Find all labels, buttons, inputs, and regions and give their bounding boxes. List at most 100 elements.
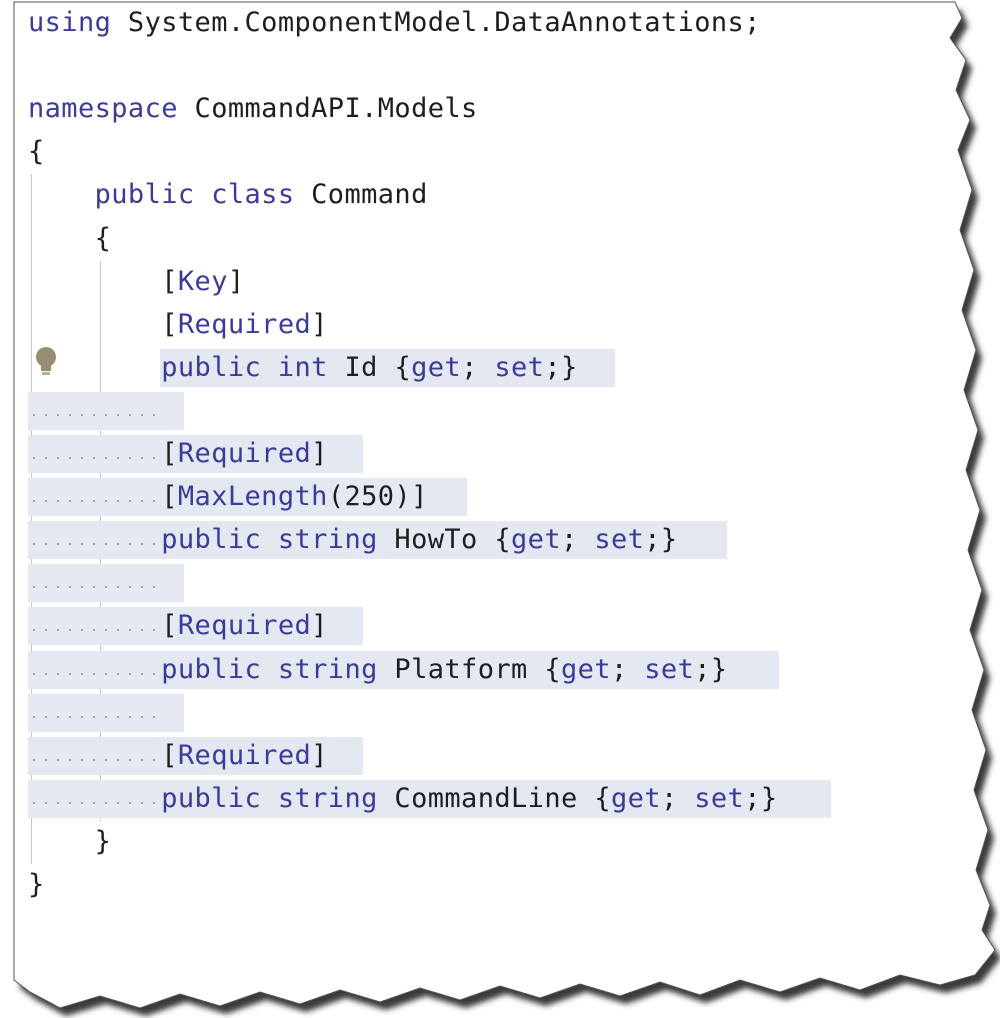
code-text: [MaxLength(250)] bbox=[28, 480, 428, 514]
code-line[interactable]: [Key] bbox=[0, 261, 960, 304]
code-text: { bbox=[28, 222, 111, 256]
code-token: MaxLength bbox=[177, 481, 328, 513]
code-line[interactable]: [Required] bbox=[0, 433, 960, 476]
code-token: get bbox=[610, 782, 661, 814]
code-token: string bbox=[277, 653, 378, 685]
code-token: [ bbox=[161, 610, 178, 642]
code-token: { bbox=[394, 351, 412, 383]
code-text: public string CommandLine {get; set;} bbox=[28, 782, 778, 816]
code-token: { bbox=[544, 653, 561, 685]
code-token: ;} bbox=[744, 782, 778, 814]
code-token: namespace bbox=[28, 93, 178, 125]
code-text: public int Id {get; set;} bbox=[28, 351, 578, 385]
code-line[interactable] bbox=[0, 390, 960, 433]
code-line[interactable]: public string HowTo {get; set;} bbox=[0, 519, 960, 562]
selection-highlight bbox=[28, 391, 185, 430]
code-token: Required bbox=[177, 438, 312, 469]
code-token: ; bbox=[461, 351, 495, 383]
code-token: [ bbox=[161, 739, 178, 771]
code-line[interactable]: [MaxLength(250)] bbox=[0, 476, 960, 519]
code-line[interactable]: using System.ComponentModel.DataAnnotati… bbox=[0, 2, 960, 45]
code-token: { bbox=[28, 222, 112, 254]
code-token: ;} bbox=[544, 351, 578, 383]
code-token: string bbox=[277, 524, 378, 556]
code-token: ] bbox=[227, 265, 245, 297]
code-line[interactable]: [Required] bbox=[0, 735, 960, 778]
code-token: { bbox=[28, 136, 45, 168]
code-token: ] bbox=[311, 438, 328, 469]
code-line[interactable]: [Required] bbox=[0, 605, 960, 648]
code-line[interactable]: public class Command bbox=[0, 174, 960, 217]
whitespace-dots bbox=[28, 586, 163, 589]
code-editor[interactable]: using System.ComponentModel.DataAnnotati… bbox=[0, 0, 1000, 1018]
whitespace-dots bbox=[28, 715, 163, 718]
code-token: ] bbox=[311, 739, 328, 771]
code-token: public bbox=[161, 351, 262, 383]
code-line[interactable]: public string Platform {get; set;} bbox=[0, 649, 960, 692]
code-text: } bbox=[28, 825, 111, 859]
code-text: [Required] bbox=[28, 308, 328, 342]
code-token: using bbox=[28, 7, 112, 38]
code-token: System.ComponentModel.DataAnnotations; bbox=[111, 7, 761, 38]
code-text: [Required] bbox=[28, 609, 328, 643]
code-token: string bbox=[277, 782, 378, 814]
code-text: [Required] bbox=[28, 437, 328, 471]
code-line[interactable] bbox=[0, 692, 960, 735]
code-token: ; bbox=[561, 524, 595, 556]
lightbulb-icon[interactable] bbox=[34, 346, 58, 378]
code-text: } bbox=[28, 868, 45, 902]
code-token: get bbox=[561, 653, 611, 685]
code-text: public string Platform {get; set;} bbox=[28, 653, 728, 687]
code-text: public class Command bbox=[28, 178, 428, 212]
code-line[interactable]: { bbox=[0, 131, 960, 174]
code-token: Platform bbox=[377, 653, 545, 685]
code-line[interactable]: } bbox=[0, 821, 960, 864]
code-token: (250)] bbox=[327, 481, 428, 513]
code-token: set bbox=[494, 351, 545, 383]
code-text: [Key] bbox=[28, 265, 245, 299]
code-token: CommandLine bbox=[377, 782, 595, 814]
code-line[interactable] bbox=[0, 45, 960, 88]
code-token: Command bbox=[294, 179, 428, 211]
code-token: Required bbox=[177, 308, 312, 340]
code-token: ;} bbox=[644, 524, 678, 556]
code-line[interactable]: } bbox=[0, 864, 960, 907]
code-line[interactable] bbox=[0, 562, 960, 605]
code-line[interactable]: { bbox=[0, 218, 960, 261]
code-token: ] bbox=[311, 610, 328, 642]
code-token: set bbox=[694, 782, 745, 814]
code-token: [ bbox=[161, 265, 178, 297]
code-token: [ bbox=[161, 438, 178, 469]
code-text: using System.ComponentModel.DataAnnotati… bbox=[28, 6, 761, 40]
code-token: ;} bbox=[694, 653, 728, 685]
code-token: public bbox=[161, 782, 262, 814]
code-text: public string HowTo {get; set;} bbox=[28, 523, 678, 557]
code-line[interactable]: namespace CommandAPI.Models bbox=[0, 88, 960, 131]
selection-highlight bbox=[28, 564, 185, 603]
code-token: public bbox=[161, 524, 262, 556]
code-token: HowTo bbox=[377, 524, 495, 556]
code-line[interactable]: public string CommandLine {get; set;} bbox=[0, 778, 960, 821]
code-token: get bbox=[511, 524, 561, 556]
code-token: class bbox=[211, 179, 295, 211]
code-token: int bbox=[277, 351, 328, 383]
code-token: set bbox=[594, 524, 645, 556]
code-token: Id bbox=[327, 351, 395, 383]
code-line[interactable]: [Required] bbox=[0, 304, 960, 347]
code-text: { bbox=[28, 135, 45, 169]
code-line[interactable]: public int Id {get; set;} bbox=[0, 347, 960, 390]
